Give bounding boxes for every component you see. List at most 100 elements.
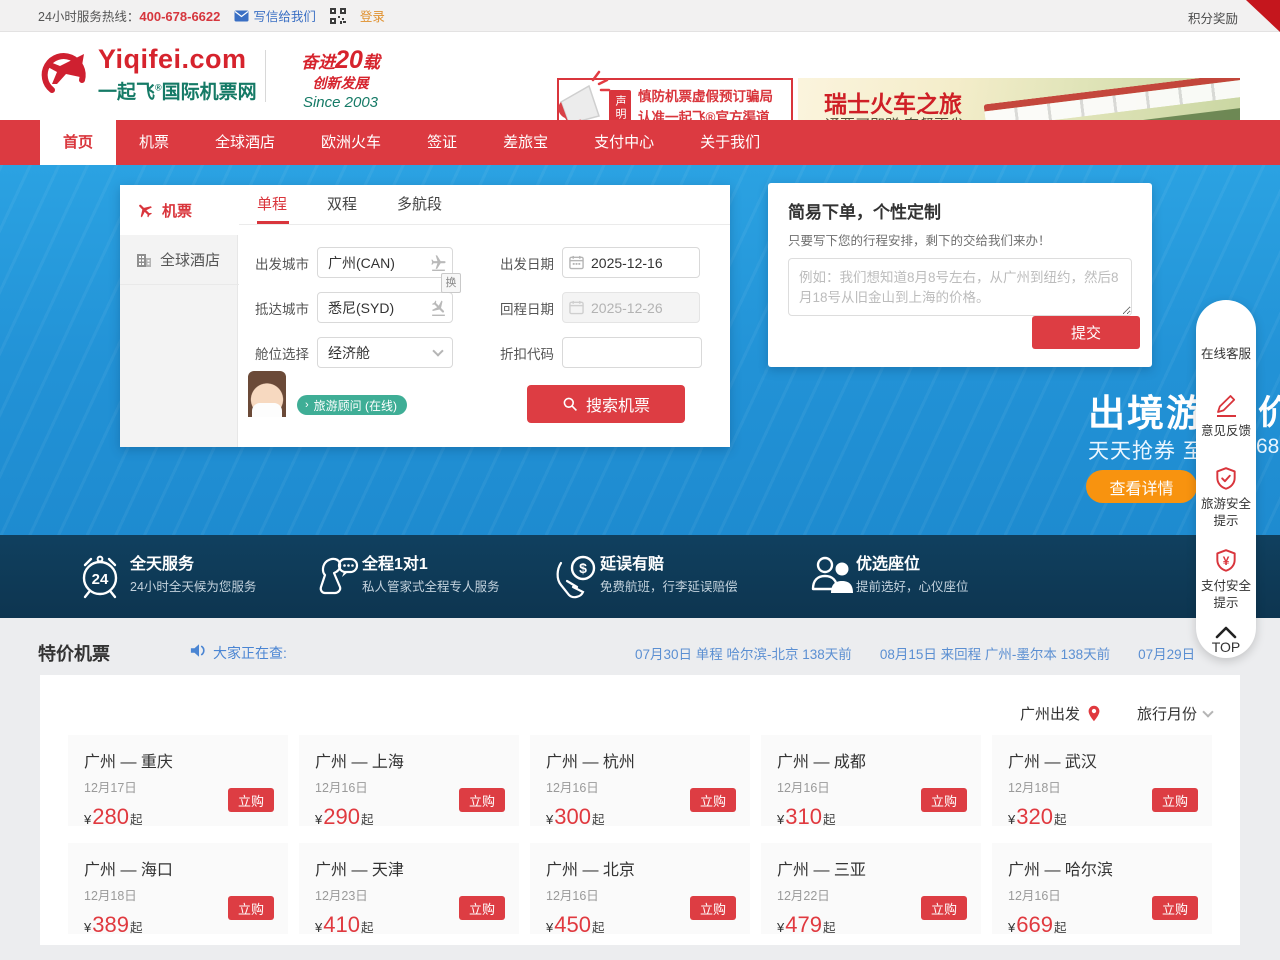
price: 669: [1016, 912, 1053, 938]
cabin-label: 舱位选择: [255, 343, 317, 363]
ticker-item[interactable]: 07月29日 单程 厦门-雅: [1138, 643, 1193, 663]
hero-subline-fragment: 68: [1256, 435, 1279, 459]
corner-ribbon: [1246, 0, 1280, 32]
card-route[interactable]: 广州 — 天津: [315, 856, 503, 880]
currency: ¥: [777, 920, 784, 935]
buy-now-button[interactable]: 立购: [459, 788, 505, 812]
swap-cities-button[interactable]: 换: [441, 273, 461, 293]
feature-desc: 私人管家式全程专人服务: [362, 576, 500, 595]
nav-item-biz-travel[interactable]: 差旅宝: [480, 120, 571, 165]
card-route[interactable]: 广州 — 北京: [546, 856, 734, 880]
plane-depart-icon: [430, 254, 447, 271]
feature-title: 全天服务: [130, 550, 194, 574]
cabin-select[interactable]: 经济舱: [317, 337, 453, 368]
rewards-link[interactable]: 积分奖励: [1188, 8, 1238, 27]
card-route[interactable]: 广州 — 武汉: [1008, 748, 1196, 772]
ticker-item[interactable]: 07月30日 单程 哈尔滨-北京 138天前: [635, 643, 852, 663]
shield-yen-icon: ¥: [1213, 548, 1239, 574]
travel-safety-link[interactable]: 旅游安全 提示: [1201, 466, 1251, 530]
discount-code-input[interactable]: [562, 337, 702, 368]
buy-now-button[interactable]: 立购: [921, 788, 967, 812]
buy-now-button[interactable]: 立购: [1152, 896, 1198, 920]
trip-tab-oneway[interactable]: 单程: [257, 185, 287, 224]
nav-item-hotels[interactable]: 全球酒店: [192, 120, 298, 165]
fare-cards-grid: 广州 — 重庆 12月17日 ¥280起 立购 广州 — 上海 12月16日 ¥…: [68, 735, 1212, 934]
from-suffix: 起: [823, 917, 836, 936]
buy-now-button[interactable]: 立购: [228, 896, 274, 920]
discount-field-wrap: [562, 337, 702, 368]
card-route[interactable]: 广州 — 上海: [315, 748, 503, 772]
fare-card: 广州 — 天津 12月23日 ¥410起 立购: [299, 843, 519, 934]
nav-item-flights[interactable]: 机票: [116, 120, 192, 165]
people-seats-icon: [808, 551, 858, 601]
view-details-button[interactable]: 查看详情: [1086, 470, 1197, 503]
online-service-link[interactable]: 在线客服: [1201, 346, 1251, 363]
buy-now-button[interactable]: 立购: [690, 788, 736, 812]
nav-item-eu-trains[interactable]: 欧洲火车: [298, 120, 404, 165]
tab-hotels[interactable]: 全球酒店: [120, 235, 239, 285]
origin-filter[interactable]: 广州出发: [1020, 703, 1101, 724]
nav-item-payment[interactable]: 支付中心: [571, 120, 677, 165]
depart-date-field-wrap: [562, 247, 700, 278]
from-suffix: 起: [823, 809, 836, 828]
fare-card: 广州 — 武汉 12月18日 ¥320起 立购: [992, 735, 1212, 826]
custom-order-title: 简易下单，个性定制: [788, 198, 1132, 223]
search-ticker: 07月30日 单程 哈尔滨-北京 138天前 08月15日 来回程 广州-墨尔本…: [635, 643, 1193, 663]
hotel-icon: [136, 252, 152, 268]
qr-code-icon[interactable]: [330, 8, 346, 24]
chevron-down-icon: [432, 345, 443, 356]
fare-card: 广州 — 重庆 12月17日 ¥280起 立购: [68, 735, 288, 826]
alarm-clock-24-icon: 24: [75, 551, 125, 601]
feedback-link[interactable]: 意见反馈: [1201, 393, 1251, 440]
notice-line1: 慎防机票虚假预订骗局: [638, 87, 773, 108]
trip-tab-roundtrip[interactable]: 双程: [327, 185, 357, 224]
from-suffix: 起: [1054, 809, 1067, 828]
currency: ¥: [777, 812, 784, 827]
location-pin-icon: [1087, 705, 1101, 722]
nav-item-visa[interactable]: 签证: [404, 120, 480, 165]
logo[interactable]: Yiqifei.com 一起飞®国际机票网: [38, 46, 257, 104]
buy-now-button[interactable]: 立购: [1152, 788, 1198, 812]
buy-now-button[interactable]: 立购: [921, 896, 967, 920]
price: 450: [554, 912, 591, 938]
buy-now-button[interactable]: 立购: [459, 896, 505, 920]
ticker-item[interactable]: 08月15日 来回程 广州-墨尔本 138天前: [880, 643, 1110, 663]
special-fares-title: 特价机票: [38, 640, 110, 666]
tab-flights[interactable]: 机票: [120, 185, 239, 235]
card-route[interactable]: 广州 — 三亚: [777, 856, 965, 880]
back-to-top-button[interactable]: TOP: [1212, 626, 1241, 656]
fare-card: 广州 — 上海 12月16日 ¥290起 立购: [299, 735, 519, 826]
card-route[interactable]: 广州 — 杭州: [546, 748, 734, 772]
cabin-select-wrap: 经济舱: [317, 337, 453, 368]
nav-item-about[interactable]: 关于我们: [677, 120, 783, 165]
buy-now-button[interactable]: 立购: [690, 896, 736, 920]
nav-item-home[interactable]: 首页: [40, 120, 116, 165]
travel-month-filter[interactable]: 旅行月份: [1137, 703, 1212, 724]
itinerary-textarea[interactable]: [788, 258, 1132, 316]
price: 310: [785, 804, 822, 830]
depart-date-label: 出发日期: [500, 253, 562, 273]
speaker-icon: [190, 642, 208, 659]
travel-advisor-button[interactable]: › 旅游顾问 (在线): [297, 395, 407, 415]
hero-headline: 出境游: [1088, 383, 1205, 437]
submit-button[interactable]: 提交: [1032, 316, 1140, 349]
buy-now-button[interactable]: 立购: [228, 788, 274, 812]
card-route[interactable]: 广州 — 海口: [84, 856, 272, 880]
search-flights-button[interactable]: 搜索机票: [527, 385, 685, 423]
payment-safety-link[interactable]: ¥ 支付安全 提示: [1201, 548, 1251, 612]
write-us-link[interactable]: 写信给我们: [234, 6, 316, 25]
fare-card: 广州 — 杭州 12月16日 ¥300起 立购: [530, 735, 750, 826]
from-suffix: 起: [130, 917, 143, 936]
trip-tab-multicity[interactable]: 多航段: [397, 185, 442, 224]
card-route[interactable]: 广州 — 哈尔滨: [1008, 856, 1196, 880]
login-link[interactable]: 登录: [360, 6, 385, 25]
fare-card: 广州 — 北京 12月16日 ¥450起 立购: [530, 843, 750, 934]
from-city-label: 出发城市: [255, 253, 317, 273]
currency: ¥: [1008, 920, 1015, 935]
trending-label[interactable]: 大家正在查:: [213, 643, 287, 663]
card-route[interactable]: 广州 — 成都: [777, 748, 965, 772]
logo-plane-icon: [38, 46, 90, 98]
return-date-field-wrap: [562, 292, 700, 323]
card-route[interactable]: 广州 — 重庆: [84, 748, 272, 772]
envelope-icon: [234, 10, 249, 22]
